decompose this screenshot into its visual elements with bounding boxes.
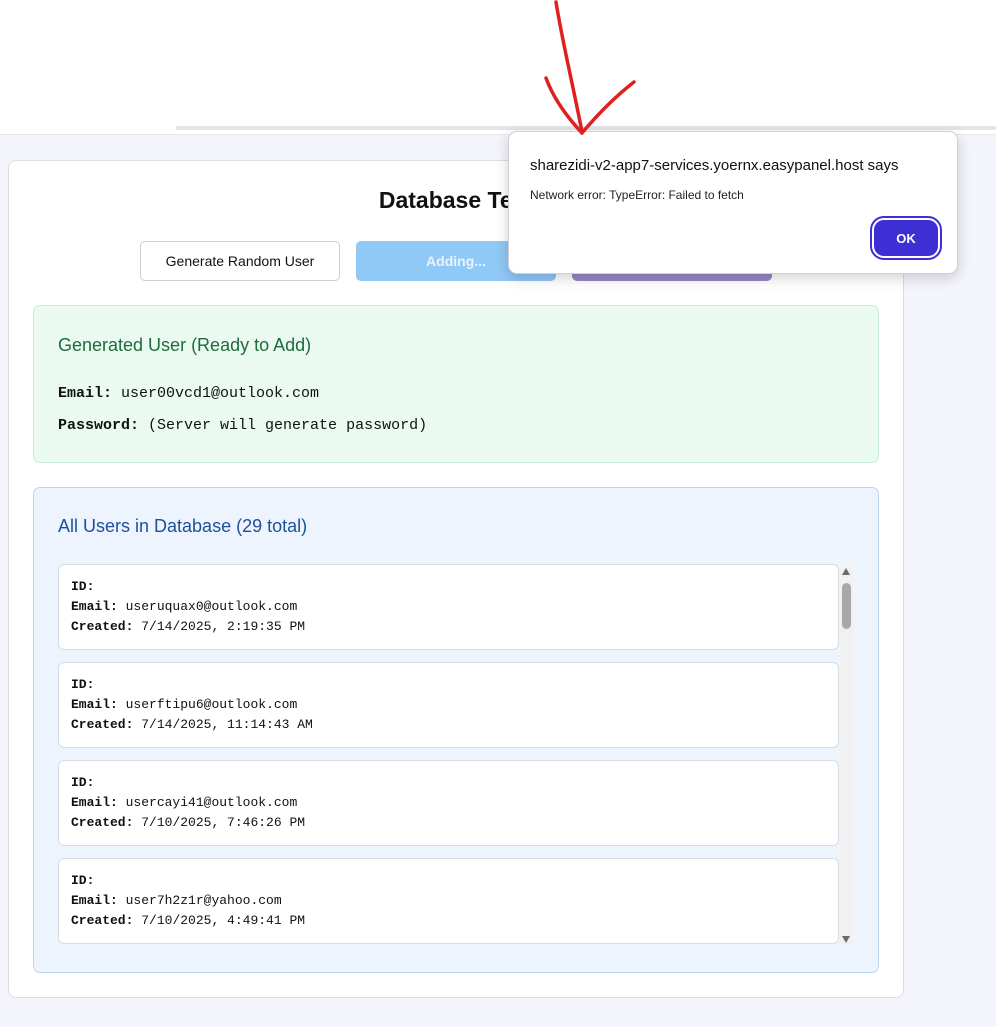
created-label: Created: <box>71 619 134 634</box>
user-email: user7h2z1r@yahoo.com <box>125 893 282 908</box>
user-created: 7/14/2025, 2:19:35 PM <box>141 619 306 634</box>
users-heading: All Users in Database (29 total) <box>58 516 308 536</box>
user-list-item: ID: Email: userftipu6@outlook.com Create… <box>58 662 839 748</box>
user-list-item: ID: Email: useruquax0@outlook.com Create… <box>58 564 839 650</box>
user-email: usercayi41@outlook.com <box>125 795 298 810</box>
id-label: ID: <box>71 873 95 888</box>
scroll-down-arrow-icon[interactable] <box>842 936 850 943</box>
email-label: Email: <box>71 599 118 614</box>
dialog-title: sharezidi-v2-app7-services.yoernx.easypa… <box>530 157 899 174</box>
generated-email-value: user00vcd1@outlook.com <box>121 385 320 402</box>
id-label: ID: <box>71 677 95 692</box>
scroll-thumb[interactable] <box>842 583 851 629</box>
user-list-item: ID: Email: usercayi41@outlook.com Create… <box>58 760 839 846</box>
user-created: 7/10/2025, 7:46:26 PM <box>141 815 306 830</box>
generated-email-label: Email: <box>58 385 113 402</box>
user-created: 7/14/2025, 11:14:43 AM <box>141 717 313 732</box>
scroll-up-arrow-icon[interactable] <box>842 568 850 575</box>
id-label: ID: <box>71 579 95 594</box>
annotation-arrow-icon <box>544 0 636 135</box>
email-label: Email: <box>71 893 118 908</box>
users-list[interactable]: ID: Email: useruquax0@outlook.com Create… <box>58 563 854 947</box>
created-label: Created: <box>71 717 134 732</box>
created-label: Created: <box>71 913 134 928</box>
generate-random-user-button[interactable]: Generate Random User <box>140 241 340 281</box>
user-email: userftipu6@outlook.com <box>125 697 298 712</box>
dialog-message: Network error: TypeError: Failed to fetc… <box>530 188 744 202</box>
generated-email-row: Email: user00vcd1@outlook.com <box>58 385 319 402</box>
generated-user-panel <box>33 305 879 463</box>
user-list-item: ID: Email: user7h2z1r@yahoo.com Created:… <box>58 858 839 944</box>
users-list-scrollbar[interactable] <box>840 566 853 946</box>
created-label: Created: <box>71 815 134 830</box>
email-label: Email: <box>71 697 118 712</box>
id-label: ID: <box>71 775 95 790</box>
generated-user-heading: Generated User (Ready to Add) <box>58 335 312 355</box>
generated-password-row: Password: (Server will generate password… <box>58 417 427 434</box>
email-label: Email: <box>71 795 118 810</box>
browser-top-area <box>0 0 996 134</box>
alert-dialog: sharezidi-v2-app7-services.yoernx.easypa… <box>508 131 958 274</box>
user-created: 7/10/2025, 4:49:41 PM <box>141 913 306 928</box>
generated-password-label: Password: <box>58 417 140 434</box>
generated-password-value: (Server will generate password) <box>148 417 428 434</box>
dialog-ok-button[interactable]: OK <box>870 216 942 260</box>
user-email: useruquax0@outlook.com <box>125 599 298 614</box>
